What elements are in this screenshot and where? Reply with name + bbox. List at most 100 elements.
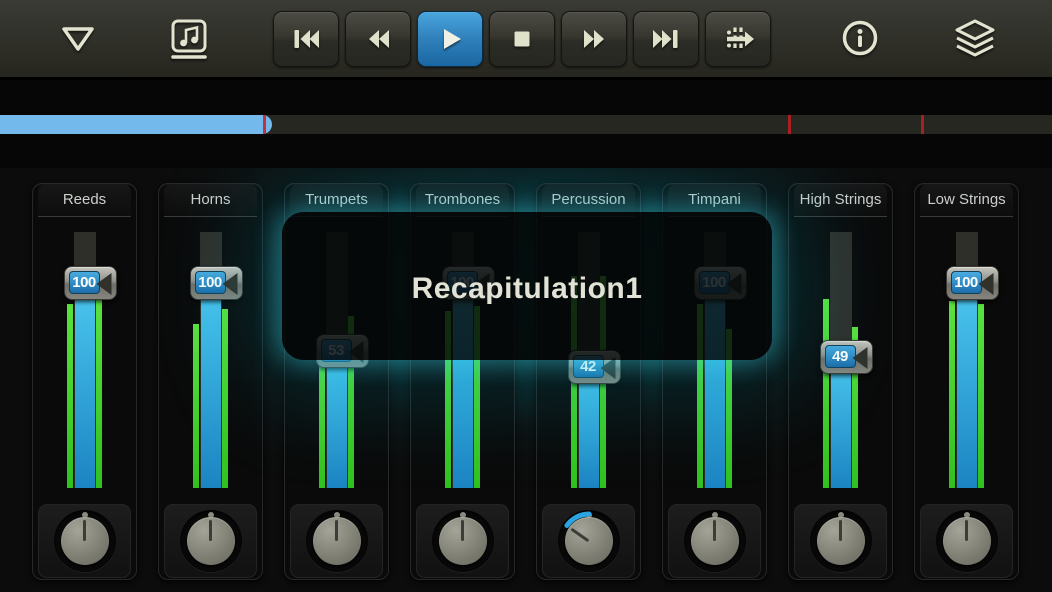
skip-to-start-button[interactable] [273, 10, 339, 67]
knob-face [438, 517, 487, 565]
section-marker [920, 115, 924, 134]
channel-strip: Low Strings 100 [914, 183, 1019, 580]
knob-face [942, 517, 991, 565]
meter-left [192, 324, 199, 488]
knob-face [564, 517, 613, 565]
fader-fill [74, 283, 95, 488]
pan-knob[interactable] [557, 510, 620, 572]
pan-knob[interactable] [431, 510, 494, 572]
fader-area: 100 [159, 217, 262, 493]
music-library-icon[interactable] [166, 16, 212, 62]
pan-knob[interactable] [305, 510, 368, 572]
knob-pointer [461, 520, 464, 541]
fader-handle[interactable]: 49 [819, 339, 873, 374]
skip-to-start-icon [294, 29, 319, 48]
play-icon [444, 28, 461, 49]
skip-to-end-icon [653, 29, 678, 48]
fader-handle[interactable]: 100 [63, 266, 117, 300]
channel-strip: Reeds 100 [32, 183, 137, 580]
channel-name-label: Low Strings [927, 191, 1006, 208]
skip-to-end-button[interactable] [633, 10, 699, 67]
fader-value: 100 [68, 271, 100, 294]
knob-pointer [713, 520, 716, 541]
fader-area: 100 [33, 217, 136, 493]
pan-knob[interactable] [53, 510, 116, 572]
pan-knob[interactable] [809, 510, 872, 572]
meter-right [977, 303, 984, 488]
channel-name-label: Trombones [424, 191, 501, 208]
meter-right [95, 298, 102, 488]
play-button[interactable] [417, 10, 483, 67]
knob-face [186, 517, 235, 565]
layers-icon[interactable] [951, 17, 999, 61]
pan-panel [794, 504, 887, 578]
timeline-track[interactable] [0, 115, 1052, 134]
fader-handle[interactable]: 100 [945, 266, 999, 300]
fast-forward-icon [584, 29, 604, 48]
pan-panel [668, 504, 761, 578]
toolbar [0, 0, 1052, 80]
fader-value-text: 100 [198, 274, 222, 291]
fader-value-text: 100 [72, 274, 96, 291]
knob-pointer [965, 520, 968, 541]
meter-left [318, 352, 325, 488]
collapse-triangle-icon[interactable] [56, 17, 100, 61]
channel-strip: High Strings 49 [788, 183, 893, 580]
fader-handle[interactable]: 100 [189, 266, 243, 300]
channel-name-label: Trumpets [305, 191, 368, 208]
rewind-button[interactable] [345, 10, 411, 67]
stop-icon [514, 31, 530, 46]
info-icon[interactable] [837, 16, 883, 62]
fader-area: 49 [789, 217, 892, 493]
fader-value: 49 [824, 344, 856, 368]
knob-face [816, 517, 865, 565]
channel-name-label: Percussion [551, 191, 626, 208]
meter-left [948, 301, 955, 488]
fader-area: 100 [915, 217, 1018, 493]
fader-value: 100 [950, 271, 982, 294]
channel-name-label: Horns [190, 191, 231, 208]
fader-value-text: 100 [954, 274, 978, 291]
pan-panel [38, 504, 131, 578]
mixer-panel: Reeds 100 Horns 100 Trumpets Trombones P… [0, 168, 1052, 592]
channel-name-label: Timpani [688, 191, 741, 208]
channel-header: High Strings [794, 184, 887, 217]
fader-value-text: 49 [832, 347, 848, 365]
pan-knob[interactable] [935, 510, 998, 572]
knob-face [60, 517, 109, 565]
fader-fill [200, 283, 221, 488]
pan-knob[interactable] [179, 510, 242, 572]
pan-panel [920, 504, 1013, 578]
knob-pointer [335, 520, 338, 541]
channel-header: Horns [164, 184, 257, 217]
fader-fill [830, 356, 851, 488]
fader-fill [326, 351, 347, 488]
mixer-app: Reeds 100 Horns 100 Trumpets Trombones P… [0, 0, 1052, 592]
rewind-icon [369, 29, 389, 48]
stop-button[interactable] [489, 10, 555, 67]
pan-panel [416, 504, 509, 578]
jump-to-marker-button[interactable] [705, 10, 771, 67]
meter-left [66, 303, 73, 488]
knob-face [312, 517, 361, 565]
fast-forward-button[interactable] [561, 10, 627, 67]
knob-face [690, 517, 739, 565]
knob-pointer [839, 520, 842, 541]
channel-header: Reeds [38, 184, 131, 217]
channel-name-label: Reeds [62, 191, 107, 208]
knob-pointer [209, 520, 212, 541]
fader-value-text: 42 [580, 358, 596, 376]
timeline-section [0, 80, 1052, 168]
playhead-marker [263, 115, 266, 134]
pan-panel [542, 504, 635, 578]
fader-fill [956, 283, 977, 488]
jump-to-marker-icon [727, 27, 754, 50]
channel-name-label: High Strings [799, 191, 882, 208]
channel-strip: Horns 100 [158, 183, 263, 580]
pan-knob[interactable] [683, 510, 746, 572]
meter-left [822, 298, 829, 488]
pan-panel [290, 504, 383, 578]
section-name-overlay: Recapitulation1 [282, 212, 772, 360]
fader-value: 100 [194, 271, 226, 294]
pan-panel [164, 504, 257, 578]
